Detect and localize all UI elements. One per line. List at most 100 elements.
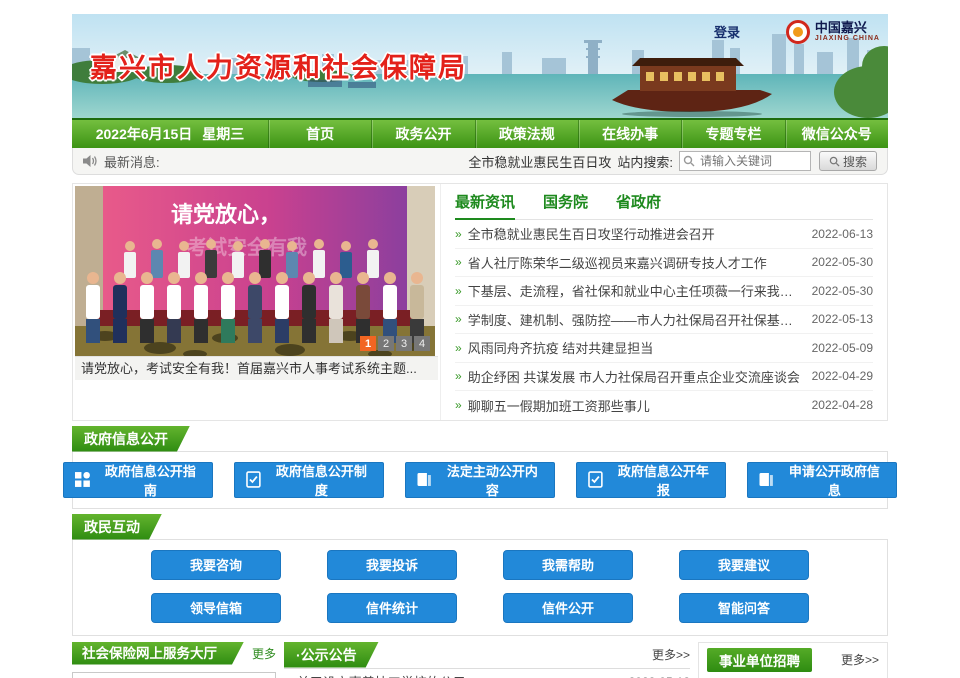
book-icon [758,471,775,488]
news-link[interactable]: 下基层、走流程，省社保和就业中心主任项薇一行来我市调研“国统”上线情况 [468,281,804,300]
social-proof-print-item[interactable]: 个人(单位)社保证明打印 [72,672,276,678]
tab-state-council[interactable]: 国务院 [543,191,588,219]
tab-provincial-gov[interactable]: 省政府 [616,191,661,219]
double-arrow-icon: » [455,312,462,326]
carousel-page-4[interactable]: 4 [414,336,430,351]
recruitment-title: 事业单位招聘 [707,648,812,672]
nav-item-online-services[interactable]: 在线办事 [578,120,681,148]
gov-info-section-title: 政府信息公开 [72,426,190,452]
double-arrow-icon: » [455,398,462,412]
search-button[interactable]: 搜索 [819,151,877,171]
nav-item-special-topics[interactable]: 专题专栏 [681,120,784,148]
search-button-icon [829,156,840,167]
nav-item-gov-affairs[interactable]: 政务公开 [371,120,474,148]
news-link[interactable]: 全市稳就业惠民生百日攻坚行动推进会召开 [468,224,715,243]
ticker-news-text[interactable]: 全市稳就业惠民生百日攻 [468,152,611,171]
nav-item-wechat[interactable]: 微信公众号 [785,120,888,148]
mail-statistics-button[interactable]: 信件统计 [327,593,457,623]
search-icon [683,155,695,167]
carousel-page-1[interactable]: 1 [360,336,376,351]
main-nav: 2022年6月15日星期三 首页 政务公开 政策法规 在线办事 专题专栏 微信公… [72,118,888,148]
tab-latest-news[interactable]: 最新资讯 [455,191,515,220]
announcement-row: » 关于设立嘉善技工学校的公示 2022-05-18 [284,669,690,678]
suggestion-button[interactable]: 我要建议 [679,550,809,580]
doc-check-icon [587,471,604,488]
gov-info-guide-button[interactable]: 政府信息公开指南 [63,462,213,498]
site-title: 嘉兴市人力资源和社会保障局 [90,46,467,85]
search-input[interactable] [679,151,811,171]
announcements-more-link[interactable]: 更多>> [652,646,690,663]
group-photo-image: 请党放心， 考试安全有我 [75,186,435,356]
carousel-pager: 1 2 3 4 [360,336,430,351]
photo-carousel: 请党放心， 考试安全有我 [73,184,441,420]
news-row: » 全市稳就业惠民生百日攻坚行动推进会召开 2022-06-13 [455,220,873,249]
news-date: 2022-05-13 [804,312,873,326]
news-date: 2022-05-30 [804,255,873,269]
news-row: » 省人社厅陈荣华二级巡视员来嘉兴调研专技人才工作 2022-05-30 [455,249,873,278]
news-link[interactable]: 风雨同舟齐抗疫 结对共建显担当 [468,338,654,357]
social-insurance-more-link[interactable]: 更多 [252,645,276,662]
news-link[interactable]: 学制度、建机制、强防控——市人力社保局召开社保基金要情专题学习会 [468,310,804,329]
mail-disclosure-button[interactable]: 信件公开 [503,593,633,623]
interaction-section: 政民互动 我要咨询 我要投诉 我需帮助 我要建议 领导信箱 信件统计 信件公开 … [72,514,888,636]
doc-check-icon [245,471,262,488]
news-date: 2022-05-09 [804,341,873,355]
social-insurance-panel-title: 社会保险网上服务大厅 [72,642,244,665]
carousel-page-3[interactable]: 3 [396,336,412,351]
ticker-label: 最新消息: [104,152,160,171]
nav-item-home[interactable]: 首页 [268,120,371,148]
svg-text:请党放心，: 请党放心， [171,202,281,227]
jiaxing-logo[interactable]: 中国嘉兴 JIAXING CHINA [786,20,880,44]
nav-item-policies[interactable]: 政策法规 [475,120,578,148]
site-banner: 嘉兴市人力资源和社会保障局 登录 中国嘉兴 JIAXING CHINA [72,14,888,118]
announcement-date: 2022-05-18 [621,675,690,678]
double-arrow-icon: » [455,227,462,241]
double-arrow-icon: » [455,369,462,383]
news-link[interactable]: 省人社厅陈荣华二级巡视员来嘉兴调研专技人才工作 [468,253,767,272]
news-tabs: 最新资讯 国务院 省政府 [455,191,873,220]
main-content-row: 请党放心， 考试安全有我 [72,183,888,421]
bottom-row: 社会保险网上服务大厅 更多 个人(单位)社保证明打印 办事指南 ·公示公告 更多… [72,642,888,678]
gov-info-annual-report-button[interactable]: 政府信息公开年报 [576,462,726,498]
gov-info-system-button[interactable]: 政府信息公开制度 [234,462,384,498]
news-date: 2022-04-29 [804,369,873,383]
carousel-caption[interactable]: 请党放心，考试安全有我！首届嘉兴市人事考试系统主题... [75,356,438,380]
news-link[interactable]: 助企纾困 共谋发展 市人力社保局召开重点企业交流座谈会 [468,367,800,386]
double-arrow-icon: » [455,255,462,269]
announcement-link[interactable]: 关于设立嘉善技工学校的公示 [297,672,466,678]
double-arrow-icon: » [455,341,462,355]
legal-disclosure-button[interactable]: 法定主动公开内容 [405,462,555,498]
logo-text-en: JIAXING CHINA [815,35,880,43]
nav-date: 2022年6月15日星期三 [72,120,268,148]
news-date: 2022-06-13 [804,227,873,241]
jiaxing-logo-icon [786,20,810,44]
leader-mailbox-button[interactable]: 领导信箱 [151,593,281,623]
request-disclosure-button[interactable]: 申请公开政府信息 [747,462,897,498]
news-row: » 学制度、建机制、强防控——市人力社保局召开社保基金要情专题学习会 2022-… [455,306,873,335]
logo-text-cn: 中国嘉兴 [815,21,880,35]
double-arrow-icon: » [455,284,462,298]
login-link[interactable]: 登录 [714,22,740,41]
news-row: » 聊聊五一假期加班工资那些事儿 2022-04-28 [455,391,873,420]
news-date: 2022-05-30 [804,284,873,298]
book-icon [416,471,433,488]
consult-button[interactable]: 我要咨询 [151,550,281,580]
complaint-button[interactable]: 我要投诉 [327,550,457,580]
carousel-photo[interactable]: 请党放心， 考试安全有我 [75,186,435,356]
news-row: » 风雨同舟齐抗疫 结对共建显担当 2022-05-09 [455,334,873,363]
news-ticker-bar: 最新消息: 全市稳就业惠民生百日攻 站内搜索: 搜索 [72,148,888,175]
carousel-page-2[interactable]: 2 [378,336,394,351]
need-help-button[interactable]: 我需帮助 [503,550,633,580]
news-link[interactable]: 聊聊五一假期加班工资那些事儿 [468,396,650,415]
double-arrow-icon: » [284,675,291,678]
social-insurance-panel: 社会保险网上服务大厅 更多 个人(单位)社保证明打印 办事指南 [72,642,276,678]
grid-icon [74,471,91,488]
recruitment-item[interactable]: 嘉兴市妇幼保健院2022年公开... [707,672,879,678]
interaction-section-title: 政民互动 [72,514,162,540]
announcements-title: ·公示公告 [284,642,379,668]
gov-info-section: 政府信息公开 政府信息公开指南 政府信息公开制度 [72,426,888,509]
announcements-panel: ·公示公告 更多>> » 关于设立嘉善技工学校的公示 2022-05-18 » … [284,642,690,678]
recruitment-more-link[interactable]: 更多>> [841,651,879,668]
smart-qa-button[interactable]: 智能问答 [679,593,809,623]
news-date: 2022-04-28 [804,398,873,412]
